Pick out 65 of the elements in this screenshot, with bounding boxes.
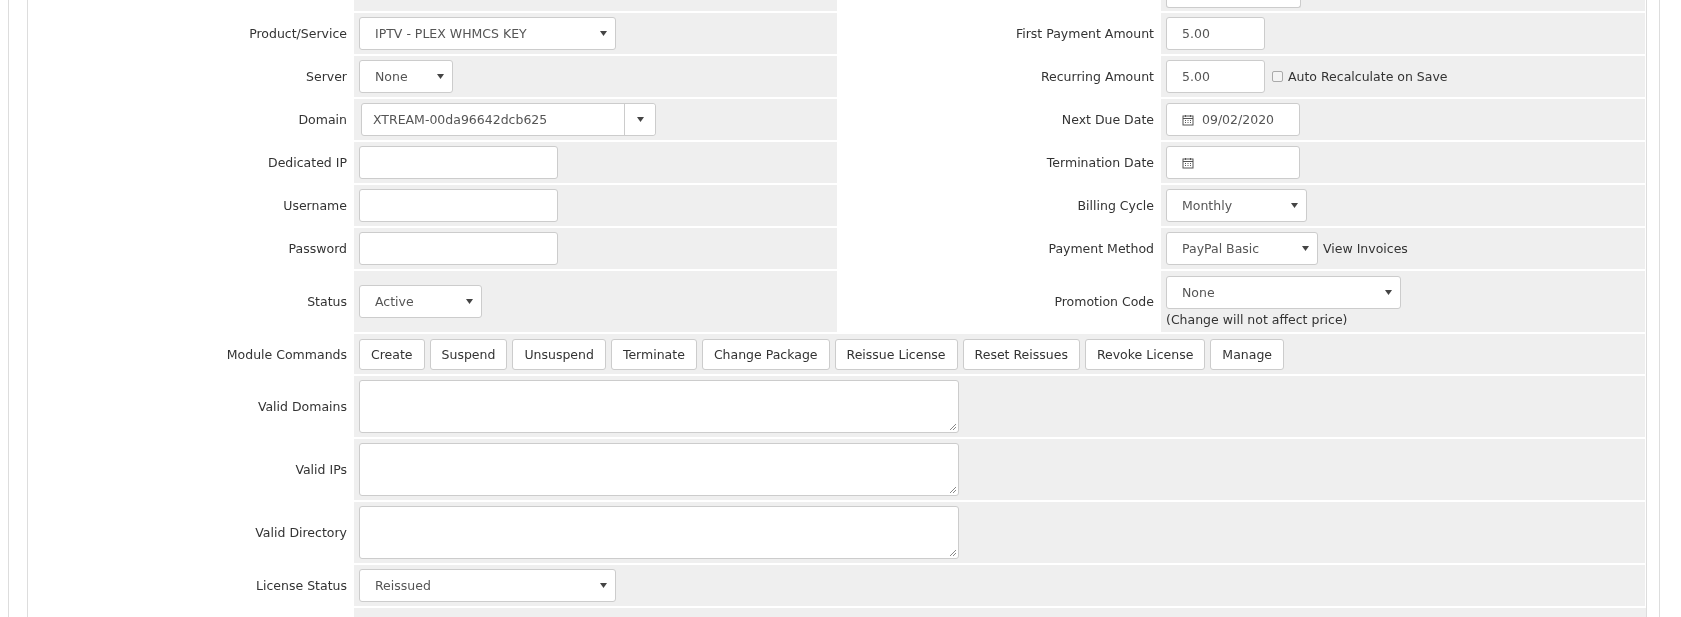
- dropdown-button[interactable]: [624, 104, 655, 135]
- field-label: Dedicated IP: [268, 155, 347, 170]
- input-field[interactable]: [359, 146, 558, 179]
- text-area[interactable]: [359, 380, 959, 433]
- text-area[interactable]: [359, 506, 959, 559]
- caret-icon: [1291, 203, 1298, 208]
- command-button[interactable]: Suspend: [429, 338, 508, 370]
- field-label: Domain: [298, 112, 347, 127]
- field-label: Module Commands: [226, 346, 347, 362]
- input-field[interactable]: [359, 189, 558, 222]
- field-label: Server: [306, 69, 347, 84]
- command-button[interactable]: Unsuspend: [512, 338, 606, 370]
- select-field[interactable]: None: [359, 60, 453, 93]
- resize-grip-icon: [949, 549, 956, 556]
- field-label: Payment Method: [1048, 241, 1154, 256]
- field-label: Next Due Date: [1061, 112, 1154, 127]
- caret-icon: [600, 31, 607, 36]
- command-button[interactable]: Manage: [1210, 338, 1284, 370]
- caret-icon: [600, 583, 607, 588]
- input-field[interactable]: [359, 232, 558, 265]
- field-label: Termination Date: [1046, 155, 1154, 170]
- checkbox[interactable]: [1272, 71, 1283, 82]
- date-field[interactable]: 09/02/2020: [1166, 103, 1300, 136]
- input-field[interactable]: [1166, 0, 1301, 8]
- caret-icon: [466, 299, 473, 304]
- select-field[interactable]: IPTV - PLEX WHMCS KEY: [359, 17, 616, 50]
- field-label: Valid Directory: [255, 525, 347, 540]
- select-field[interactable]: None: [1166, 275, 1401, 309]
- field-label: Promotion Code: [1054, 294, 1154, 309]
- field-label: License Status: [256, 578, 347, 593]
- select-field[interactable]: Monthly: [1166, 189, 1307, 222]
- select-field[interactable]: Reissued: [359, 569, 616, 602]
- calendar-icon: [1182, 113, 1194, 126]
- field-label: Password: [288, 241, 347, 256]
- select-field[interactable]: PayPal Basic: [1166, 232, 1318, 265]
- resize-grip-icon: [949, 486, 956, 493]
- field-label: Billing Cycle: [1077, 198, 1154, 213]
- text-area[interactable]: [359, 443, 959, 496]
- command-button[interactable]: Reset Reissues: [962, 338, 1080, 370]
- input-field[interactable]: 5.00: [1166, 60, 1265, 93]
- command-button[interactable]: Revoke License: [1084, 338, 1206, 370]
- field-label: Username: [283, 198, 347, 213]
- field-label: First Payment Amount: [1015, 26, 1154, 41]
- field-label: Status: [307, 294, 347, 309]
- field-label: Valid IPs: [295, 462, 347, 477]
- select-field[interactable]: Active: [359, 285, 482, 318]
- caret-icon: [437, 74, 444, 79]
- caret-icon: [1385, 289, 1392, 295]
- command-button[interactable]: Reissue License: [834, 338, 958, 370]
- help-text: (Change will not affect price): [1166, 312, 1349, 328]
- command-button[interactable]: Change Package: [701, 338, 830, 370]
- input-field[interactable]: 5.00: [1166, 17, 1265, 50]
- field-label: Valid Domains: [257, 399, 347, 414]
- field-label: Recurring Amount: [1040, 69, 1154, 84]
- resize-grip-icon: [949, 423, 956, 430]
- command-button[interactable]: Terminate: [610, 338, 697, 370]
- caret-icon: [1302, 246, 1309, 251]
- view-invoices-link[interactable]: View Invoices: [1323, 241, 1408, 256]
- calendar-icon: [1182, 156, 1194, 169]
- command-button[interactable]: Create: [359, 338, 425, 370]
- caret-icon: [636, 117, 644, 122]
- date-field[interactable]: [1166, 146, 1300, 179]
- combo-field[interactable]: XTREAM-00da96642dcb625: [361, 103, 656, 136]
- field-label: Product/Service: [249, 26, 347, 41]
- checkbox-label: Auto Recalculate on Save: [1288, 69, 1448, 84]
